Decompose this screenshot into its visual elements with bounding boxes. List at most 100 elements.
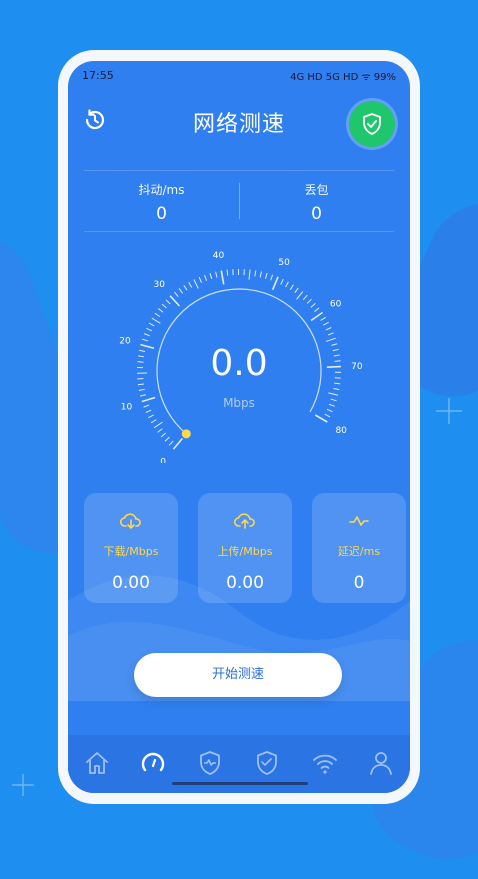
home-icon[interactable] [83,749,111,777]
gauge-tick [158,429,163,433]
gauge-tick [170,296,179,306]
gauge-tick [162,304,167,308]
cloud-download-icon [119,509,143,533]
gauge-tick [149,323,154,326]
jitter-value: 0 [84,204,239,224]
gauge-tick [333,388,339,389]
gauge-tick [321,317,326,320]
gauge-tick [260,272,261,278]
gauge-tick [221,271,223,285]
gauge-tick [205,275,207,281]
gauge-tick [152,318,161,323]
status-indicators: 4G HD 5G HD ᯤ 99% [290,69,396,83]
gauge-tick [325,414,330,417]
packet-loss-label: 丢包 [239,181,394,198]
packet-loss-stat: 丢包 0 [239,171,394,231]
download-label: 下载/Mbps [84,543,178,559]
latency-card: 延迟/ms 0 [312,493,406,603]
app-screen: 17:55 4G HD 5G HD ᯤ 99% 网络测速 抖动/ms 0 丢包 … [68,61,410,793]
gauge-tick [166,300,170,304]
gauge-tick [142,339,148,341]
upload-label: 上传/Mbps [198,543,292,559]
gauge-tick-label: 40 [213,251,225,261]
gauge-tick [323,322,328,325]
gauge-tick [303,295,307,299]
start-test-button[interactable]: 开始测速 [134,653,342,697]
gauge-tick [151,420,156,423]
gauge-tick [210,273,212,279]
shield-pulse-icon[interactable] [196,749,224,777]
gauge-tick [271,275,273,281]
latency-value: 0 [312,573,406,593]
gauge-tick [138,384,144,385]
gauge-tick [255,270,256,276]
gauge-tick [227,270,228,276]
gauge-tick [311,303,315,307]
gauge-tick [165,437,169,441]
gauge-tick [314,308,319,312]
gauge-tick-label: 50 [278,258,290,268]
gauge-tick-label: 0 [160,457,166,463]
gauge-tick [315,415,327,422]
gauge-tick [281,279,284,284]
home-indicator [172,782,308,785]
gauge-tick [265,273,267,279]
gauge-tick [148,415,153,418]
wifi-icon[interactable] [311,749,339,777]
stats-panel: 抖动/ms 0 丢包 0 [84,170,394,232]
download-value: 0.00 [84,573,178,593]
latency-label: 延迟/ms [312,543,406,559]
gauge-tick [155,313,160,316]
gauge-tick [307,299,311,303]
gauge-tick [286,282,289,287]
gauge-tick [297,291,303,299]
gauge-tick [326,338,335,341]
shield-heart-icon[interactable] [253,749,281,777]
jitter-label: 抖动/ms [84,181,239,198]
gauge-tick [169,441,173,445]
gauge-tick-label: 60 [330,299,342,309]
gauge-tick [290,285,293,290]
gauge-tick [173,438,182,449]
status-time: 17:55 [82,69,114,82]
upload-card: 上传/Mbps 0.00 [198,493,292,603]
upload-value: 0.00 [198,573,292,593]
cloud-upload-icon [233,509,257,533]
gauge-tick [311,312,322,320]
gauge-tick-label: 80 [335,426,347,436]
jitter-stat: 抖动/ms 0 [84,171,239,231]
speedometer-icon[interactable] [139,749,167,777]
gauge-tick [189,282,192,287]
status-bar: 17:55 4G HD 5G HD ᯤ 99% [82,69,396,83]
gauge-tick [199,277,201,283]
gauge-tick [139,389,145,390]
gauge-indicator-dot [182,429,191,438]
gauge-tick-label: 30 [154,280,166,290]
user-icon[interactable] [367,749,395,777]
shield-check-icon [360,112,384,136]
security-button[interactable] [349,101,395,147]
gauge-tick [194,280,198,289]
speed-value: 0.0 [68,343,410,384]
gauge-tick [146,410,151,412]
gauge-tick [179,288,183,293]
gauge-tick [249,270,250,280]
speed-unit: Mbps [68,396,410,410]
gauge-tick [154,422,162,428]
gauge-tick [326,327,331,330]
decor-plus-icon [10,772,36,798]
gauge-tick [144,334,150,336]
gauge-tick [158,309,163,313]
gauge-tick [273,277,278,290]
gauge-tick [216,272,217,278]
gauge-tick [328,393,338,395]
gauge-tick [146,328,151,331]
gauge-tick [295,288,298,293]
gauge-tick [328,333,334,335]
gauge-tick [161,433,166,437]
download-card: 下载/Mbps 0.00 [84,493,178,603]
gauge-tick [174,292,178,297]
decor-plus-icon [434,396,464,426]
gauge-tick [184,285,187,290]
pulse-icon [347,509,371,533]
